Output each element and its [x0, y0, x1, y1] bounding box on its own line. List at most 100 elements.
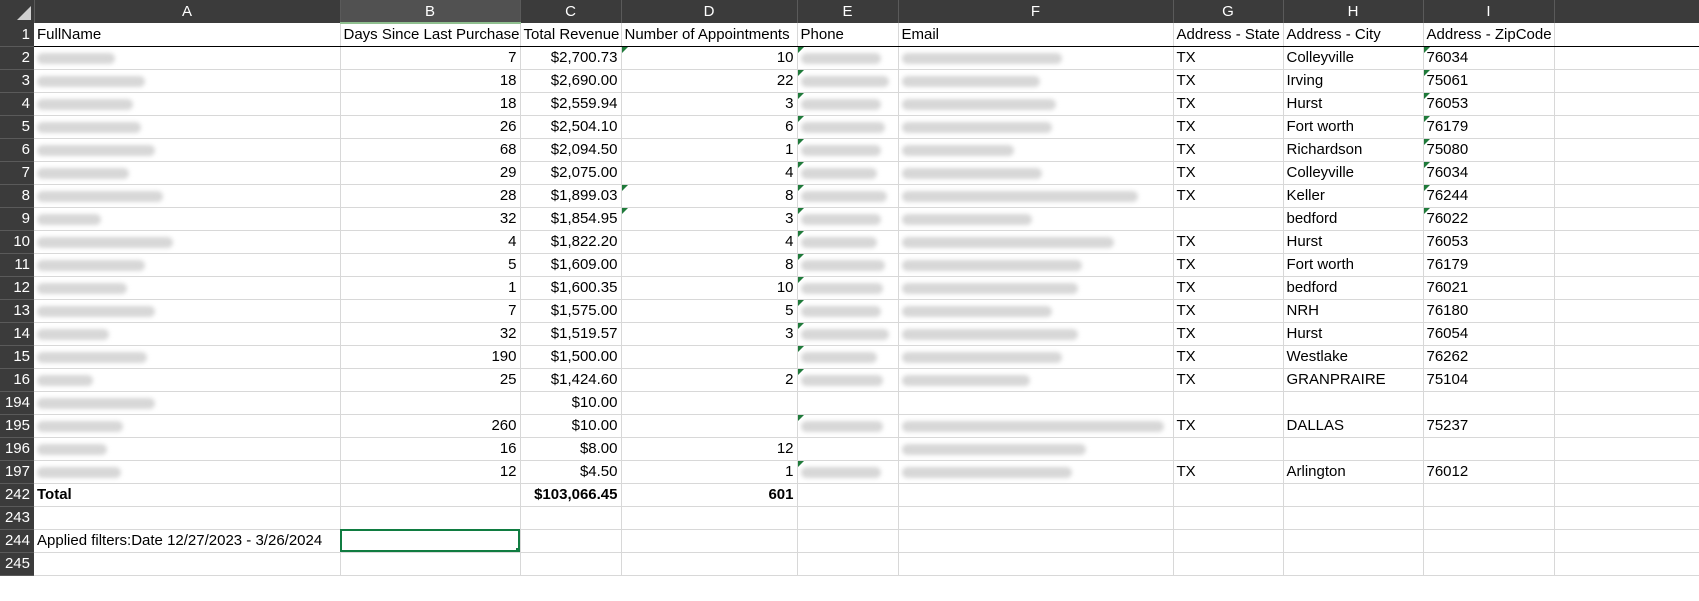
fill-handle[interactable] [515, 547, 519, 551]
row-header[interactable]: 8 [0, 184, 34, 208]
city-cell[interactable] [1283, 437, 1424, 461]
empty-cell[interactable] [621, 506, 798, 530]
row-header[interactable]: 16 [0, 368, 34, 392]
column-header-h[interactable]: H [1283, 0, 1424, 23]
zipcode-cell[interactable]: 75061 [1423, 69, 1555, 93]
empty-cell[interactable] [1554, 345, 1699, 369]
phone-cell[interactable] [797, 207, 899, 231]
empty-cell[interactable] [1283, 529, 1424, 553]
phone-cell[interactable] [797, 184, 899, 208]
email-cell[interactable] [898, 437, 1174, 461]
empty-cell[interactable] [1554, 460, 1699, 484]
days-cell[interactable]: 18 [340, 92, 521, 116]
fullname-cell[interactable] [34, 138, 341, 162]
column-header-f[interactable]: F [898, 0, 1174, 23]
empty-cell[interactable] [340, 506, 521, 530]
row-header[interactable]: 9 [0, 207, 34, 231]
appointments-cell[interactable]: 4 [621, 161, 798, 185]
row-header[interactable]: 197 [0, 460, 34, 484]
days-cell[interactable]: 1 [340, 276, 521, 300]
email-cell[interactable] [898, 184, 1174, 208]
email-cell[interactable] [898, 276, 1174, 300]
days-cell[interactable]: 260 [340, 414, 521, 438]
days-cell[interactable]: 68 [340, 138, 521, 162]
zipcode-cell[interactable]: 76054 [1423, 322, 1555, 346]
phone-cell[interactable] [797, 368, 899, 392]
city-cell[interactable]: Fort worth [1283, 253, 1424, 277]
column-header-a[interactable]: A [34, 0, 341, 23]
state-cell[interactable] [1173, 207, 1284, 231]
column-header-empty[interactable] [1554, 0, 1699, 23]
empty-cell[interactable] [1554, 391, 1699, 415]
empty-cell[interactable] [1554, 184, 1699, 208]
email-cell[interactable] [898, 230, 1174, 254]
zipcode-cell[interactable]: 76244 [1423, 184, 1555, 208]
email-cell[interactable] [898, 460, 1174, 484]
fullname-cell[interactable] [34, 115, 341, 139]
city-cell[interactable]: Fort worth [1283, 115, 1424, 139]
city-cell[interactable]: bedford [1283, 276, 1424, 300]
empty-cell[interactable] [1554, 506, 1699, 530]
column-header-b[interactable]: B [340, 0, 521, 24]
header-address-state[interactable]: Address - State [1173, 23, 1284, 47]
phone-cell[interactable] [797, 414, 899, 438]
header-number-of-appointments[interactable]: Number of Appointments [621, 23, 798, 47]
fullname-cell[interactable] [34, 92, 341, 116]
empty-cell[interactable] [898, 483, 1174, 507]
zipcode-cell[interactable]: 76053 [1423, 230, 1555, 254]
appointments-cell[interactable]: 3 [621, 322, 798, 346]
revenue-cell[interactable]: $1,519.57 [520, 322, 622, 346]
empty-cell[interactable] [1173, 506, 1284, 530]
city-cell[interactable]: Keller [1283, 184, 1424, 208]
fullname-cell[interactable] [34, 414, 341, 438]
days-cell[interactable]: 7 [340, 299, 521, 323]
appointments-cell[interactable]: 5 [621, 299, 798, 323]
appointments-cell[interactable]: 8 [621, 253, 798, 277]
row-header[interactable]: 195 [0, 414, 34, 438]
days-cell[interactable]: 28 [340, 184, 521, 208]
empty-cell[interactable] [340, 483, 521, 507]
state-cell[interactable]: TX [1173, 253, 1284, 277]
revenue-cell[interactable]: $1,822.20 [520, 230, 622, 254]
empty-cell[interactable] [1554, 92, 1699, 116]
state-cell[interactable] [1173, 391, 1284, 415]
email-cell[interactable] [898, 92, 1174, 116]
fullname-cell[interactable] [34, 46, 341, 70]
email-cell[interactable] [898, 46, 1174, 70]
city-cell[interactable]: Arlington [1283, 460, 1424, 484]
empty-cell[interactable] [1423, 506, 1555, 530]
total-revenue[interactable]: $103,066.45 [520, 483, 622, 507]
phone-cell[interactable] [797, 437, 899, 461]
email-cell[interactable] [898, 138, 1174, 162]
appointments-cell[interactable]: 3 [621, 92, 798, 116]
row-header[interactable]: 11 [0, 253, 34, 277]
email-cell[interactable] [898, 322, 1174, 346]
empty-cell[interactable] [797, 506, 899, 530]
row-header[interactable]: 10 [0, 230, 34, 254]
row-header[interactable]: 244 [0, 529, 34, 553]
days-cell[interactable]: 7 [340, 46, 521, 70]
city-cell[interactable]: Hurst [1283, 322, 1424, 346]
empty-cell[interactable] [1554, 207, 1699, 231]
days-cell[interactable]: 12 [340, 460, 521, 484]
appointments-cell[interactable]: 4 [621, 230, 798, 254]
empty-cell[interactable] [1554, 230, 1699, 254]
city-cell[interactable]: DALLAS [1283, 414, 1424, 438]
zipcode-cell[interactable]: 76179 [1423, 115, 1555, 139]
fullname-cell[interactable] [34, 322, 341, 346]
state-cell[interactable]: TX [1173, 368, 1284, 392]
phone-cell[interactable] [797, 92, 899, 116]
phone-cell[interactable] [797, 115, 899, 139]
revenue-cell[interactable]: $1,899.03 [520, 184, 622, 208]
fullname-cell[interactable] [34, 207, 341, 231]
revenue-cell[interactable]: $1,609.00 [520, 253, 622, 277]
revenue-cell[interactable]: $2,504.10 [520, 115, 622, 139]
state-cell[interactable]: TX [1173, 230, 1284, 254]
zipcode-cell[interactable]: 75080 [1423, 138, 1555, 162]
days-cell[interactable] [340, 391, 521, 415]
empty-cell[interactable] [1554, 46, 1699, 70]
state-cell[interactable]: TX [1173, 138, 1284, 162]
empty-cell[interactable] [1554, 69, 1699, 93]
fullname-cell[interactable] [34, 368, 341, 392]
city-cell[interactable] [1283, 391, 1424, 415]
